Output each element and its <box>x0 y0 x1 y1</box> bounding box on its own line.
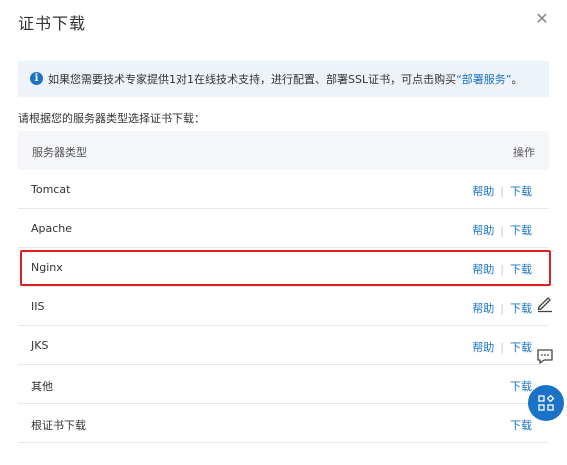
header-action: 操作 <box>513 146 535 159</box>
table-row-other: 其他 下载 <box>18 365 549 404</box>
apps-icon[interactable] <box>528 385 564 421</box>
info-notice: i 如果您需要技术专家提供1对1在线技术支持，进行配置、部署SSL证书，可点击购… <box>18 61 549 97</box>
server-type-table: 服务器类型 操作 Tomcat 帮助 | 下载 Apache 帮助 | 下载 Nginx… <box>18 131 549 443</box>
row-actions: 帮助 | 下载 <box>472 222 532 238</box>
row-actions: 帮助 | 下载 <box>472 300 532 316</box>
row-actions: 下载 <box>510 417 532 433</box>
download-link[interactable]: 下载 <box>510 185 532 198</box>
certificate-download-dialog: 证书下载 ✕ i 如果您需要技术专家提供1对1在线技术支持，进行配置、部署SSL… <box>0 0 567 465</box>
download-link[interactable]: 下载 <box>510 380 532 393</box>
separator: | <box>500 302 504 315</box>
help-link[interactable]: 帮助 <box>472 185 494 198</box>
help-link[interactable]: 帮助 <box>472 263 494 276</box>
select-server-prompt: 请根据您的服务器类型选择证书下载： <box>18 112 205 125</box>
server-name: JKS <box>31 339 49 352</box>
server-name: 其他 <box>31 380 53 393</box>
table-row-jks: JKS 帮助 | 下载 <box>18 326 549 365</box>
download-link[interactable]: 下载 <box>510 419 532 432</box>
notice-body: 如果您需要技术专家提供1对1在线技术支持，进行配置、部署SSL证书，可点击购买 <box>48 73 457 86</box>
table-header: 服务器类型 操作 <box>18 131 549 170</box>
separator: | <box>500 185 504 198</box>
download-link[interactable]: 下载 <box>510 263 532 276</box>
chat-icon[interactable] <box>530 341 560 371</box>
help-link[interactable]: 帮助 <box>472 224 494 237</box>
table-row-iis: IIS 帮助 | 下载 <box>18 287 549 326</box>
row-actions: 帮助 | 下载 <box>472 339 532 355</box>
separator: | <box>500 341 504 354</box>
row-actions: 下载 <box>510 378 532 394</box>
server-name: Apache <box>31 222 73 235</box>
separator: | <box>500 263 504 276</box>
deploy-service-link[interactable]: “部署服务” <box>456 73 511 86</box>
info-icon: i <box>30 72 43 85</box>
table-row-tomcat: Tomcat 帮助 | 下载 <box>18 170 549 209</box>
table-row-apache: Apache 帮助 | 下载 <box>18 209 549 248</box>
server-name: 根证书下载 <box>31 419 86 432</box>
server-name: Tomcat <box>31 183 71 196</box>
help-link[interactable]: 帮助 <box>472 341 494 354</box>
table-row-nginx: Nginx 帮助 | 下载 <box>18 248 549 287</box>
separator: | <box>500 224 504 237</box>
notice-text: 如果您需要技术专家提供1对1在线技术支持，进行配置、部署SSL证书，可点击购买“… <box>48 71 523 87</box>
download-link[interactable]: 下载 <box>510 224 532 237</box>
row-actions: 帮助 | 下载 <box>472 261 532 277</box>
notice-suffix: 。 <box>511 73 523 86</box>
download-link[interactable]: 下载 <box>510 302 532 315</box>
server-name: Nginx <box>31 261 63 274</box>
edit-icon[interactable] <box>530 288 560 318</box>
server-name: IIS <box>31 300 45 313</box>
row-actions: 帮助 | 下载 <box>472 183 532 199</box>
help-link[interactable]: 帮助 <box>472 302 494 315</box>
download-link[interactable]: 下载 <box>510 341 532 354</box>
close-icon[interactable]: ✕ <box>532 9 552 29</box>
table-row-root-cert: 根证书下载 下载 <box>18 404 549 443</box>
header-server-type: 服务器类型 <box>32 146 87 159</box>
dialog-title: 证书下载 <box>18 14 87 33</box>
